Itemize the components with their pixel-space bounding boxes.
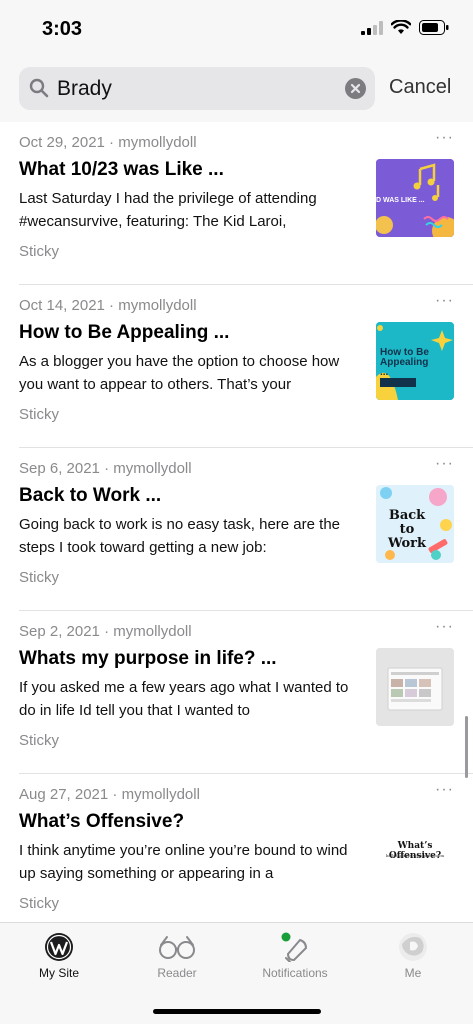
post-thumbnail[interactable]: How to Be Appealing ... [376, 322, 454, 400]
status-time: 3:03 [42, 18, 83, 40]
post-meta: Sep 2, 2021 · mymollydoll [19, 623, 192, 640]
post-title[interactable]: Whats my purpose in life? ... [19, 648, 359, 670]
search-area: Brady Cancel [0, 60, 473, 122]
tab-notifications[interactable]: Notifications [236, 923, 354, 993]
tab-my-site[interactable]: My Site [0, 923, 118, 993]
home-indicator[interactable] [153, 1009, 321, 1014]
post-tag: Sticky [19, 406, 60, 423]
search-results-list: Oct 29, 2021 · mymollydoll ··· What 10/2… [0, 122, 473, 922]
post-tag: Sticky [19, 895, 60, 912]
cancel-button[interactable]: Cancel [389, 76, 451, 99]
post-title[interactable]: How to Be Appealing ... [19, 322, 359, 344]
more-options-icon[interactable]: ··· [435, 129, 454, 147]
post-tag: Sticky [19, 243, 60, 260]
post-card[interactable]: Oct 29, 2021 · mymollydoll ··· What 10/2… [19, 122, 473, 285]
more-options-icon[interactable]: ··· [435, 292, 454, 310]
post-card[interactable]: Sep 2, 2021 · mymollydoll ··· Whats my p… [19, 611, 473, 774]
avatar [398, 932, 428, 967]
post-card[interactable]: Sep 6, 2021 · mymollydoll ··· Back to Wo… [19, 448, 473, 611]
status-bar: 3:03 [0, 0, 473, 60]
tab-bar: My Site Reader Notifications Me [0, 922, 473, 1024]
search-query: Brady [57, 77, 112, 100]
more-options-icon[interactable]: ··· [435, 781, 454, 799]
wifi-icon [390, 19, 412, 40]
post-thumbnail[interactable]: Back to Work [376, 485, 454, 563]
battery-icon [419, 20, 449, 40]
search-input[interactable]: Brady [19, 67, 375, 110]
post-thumbnail[interactable] [376, 648, 454, 726]
post-title[interactable]: What 10/23 was Like ... [19, 159, 359, 181]
post-excerpt: Last Saturday I had the privilege of att… [19, 190, 317, 230]
glasses-icon [157, 932, 197, 967]
post-excerpt: Going back to work is no easy task, here… [19, 516, 340, 556]
clear-search-icon[interactable] [345, 78, 366, 99]
thumb-text: D WAS LIKE ... [376, 197, 425, 204]
tab-label: Notifications [262, 966, 328, 980]
thumb-text: Back to Work [387, 508, 427, 551]
status-icons [361, 19, 449, 40]
post-thumbnail[interactable]: What’s Offensive? hellothehues.wordpress… [376, 811, 454, 889]
tab-label: Reader [157, 966, 197, 980]
post-tag: Sticky [19, 732, 60, 749]
post-card[interactable]: Oct 14, 2021 · mymollydoll ··· How to Be… [19, 285, 473, 448]
post-excerpt: If you asked me a few years ago what I w… [19, 679, 349, 719]
tab-me[interactable]: Me [354, 923, 472, 993]
more-options-icon[interactable]: ··· [435, 618, 454, 636]
thumb-subtext: hellothehues.wordpress.com [385, 853, 445, 858]
wordpress-icon [44, 932, 74, 967]
post-title[interactable]: Back to Work ... [19, 485, 359, 507]
post-excerpt: I think anytime you’re online you’re bou… [19, 842, 348, 882]
more-options-icon[interactable]: ··· [435, 455, 454, 473]
post-meta: Aug 27, 2021 · mymollydoll [19, 786, 200, 803]
tab-label: Me [404, 966, 422, 980]
post-meta: Sep 6, 2021 · mymollydoll [19, 460, 192, 477]
post-meta: Oct 29, 2021 · mymollydoll [19, 134, 197, 151]
search-icon [29, 78, 49, 103]
post-meta: Oct 14, 2021 · mymollydoll [19, 297, 197, 314]
tab-reader[interactable]: Reader [118, 923, 236, 993]
post-thumbnail[interactable]: D WAS LIKE ... [376, 159, 454, 237]
post-card[interactable]: Aug 27, 2021 · mymollydoll ··· What’s Of… [19, 774, 473, 922]
scroll-indicator[interactable] [465, 716, 468, 778]
post-title[interactable]: What’s Offensive? [19, 811, 359, 833]
notification-bell-icon [278, 932, 312, 967]
tab-label: My Site [38, 966, 79, 980]
thumb-text: How to Be Appealing ... [380, 347, 429, 378]
signal-icon [361, 20, 383, 40]
thumb-text: What’s Offensive? [388, 841, 442, 861]
post-tag: Sticky [19, 569, 60, 586]
post-excerpt: As a blogger you have the option to choo… [19, 353, 340, 393]
